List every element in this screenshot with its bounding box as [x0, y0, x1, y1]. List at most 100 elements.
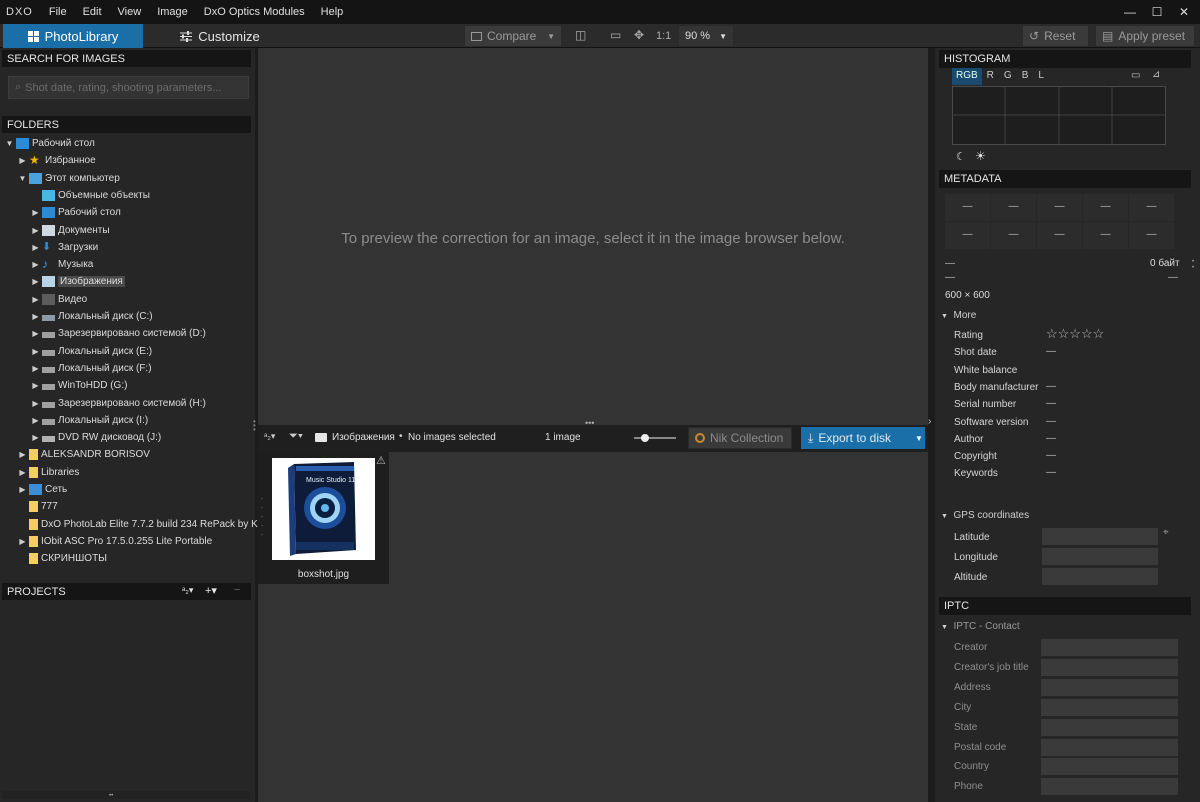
collapse-right-icon[interactable]: › — [928, 416, 931, 427]
expand-arrow-icon[interactable]: ▶ — [16, 468, 29, 477]
expand-arrow-icon[interactable]: ▶ — [29, 277, 42, 286]
tree-item[interactable]: Объемные объекты — [29, 187, 150, 204]
iptc-field[interactable] — [1041, 778, 1178, 796]
iptc-field[interactable] — [1041, 678, 1178, 696]
tree-item[interactable]: ▶ ♪ Музыка — [29, 256, 93, 273]
export-to-disk-button[interactable]: ⤓ Export to disk — [801, 427, 911, 449]
menu-edit[interactable]: Edit — [75, 6, 110, 18]
nik-collection-button[interactable]: Nik Collection — [688, 427, 792, 449]
export-options-button[interactable]: ▼ — [911, 427, 925, 449]
moon-icon[interactable]: ☾ — [956, 150, 966, 163]
horizontal-scrollbar[interactable]: •• — [2, 791, 251, 799]
tree-item[interactable]: ▶ Локальный диск (E:) — [29, 343, 152, 360]
channel-r[interactable]: R — [982, 68, 999, 85]
expand-arrow-icon[interactable]: ▶ — [29, 329, 42, 338]
tree-item[interactable]: ▶ Изображения — [29, 273, 125, 290]
zoom-1to1-button[interactable]: 1:1 — [656, 30, 671, 42]
tree-item[interactable]: ▶ ★ Избранное — [16, 152, 95, 169]
expand-arrow-icon[interactable]: ▶ — [16, 537, 29, 546]
collapse-arrow-icon[interactable]: ▼ — [3, 139, 16, 148]
tree-item[interactable]: ▶ Зарезервировано системой (D:) — [29, 325, 205, 342]
fullscreen-icon[interactable]: ▭ — [610, 28, 621, 42]
menu-file[interactable]: File — [41, 6, 75, 18]
thumbnail-item[interactable]: Music Studio 11 • • • • • ⚠ boxshot.jpg — [258, 452, 389, 584]
tree-item[interactable]: ▶ Зарезервировано системой (H:) — [29, 395, 205, 412]
tree-item[interactable]: ▶ ALEKSANDR BORISOV — [16, 446, 150, 463]
iptc-field[interactable] — [1041, 718, 1178, 736]
tree-item[interactable]: ▶ Локальный диск (C:) — [29, 308, 152, 325]
tree-item[interactable]: ▶ Документы — [29, 222, 110, 239]
gps-group[interactable]: ▼ GPS coordinates — [941, 510, 1029, 521]
channel-l[interactable]: L — [1033, 68, 1049, 85]
monitor-icon[interactable]: ▭ — [1131, 70, 1140, 81]
expand-arrow-icon[interactable]: ▶ — [29, 364, 42, 373]
tab-customize[interactable]: Customize — [170, 24, 270, 48]
tree-item[interactable]: СКРИНШОТЫ — [16, 550, 107, 567]
more-group[interactable]: ▼ More — [941, 310, 976, 321]
vertical-scrollbar[interactable]: • • — [1192, 259, 1197, 271]
split-view-icon[interactable]: ◫ — [575, 28, 586, 42]
tree-item[interactable]: DxO PhotoLab Elite 7.7.2 build 234 RePac… — [16, 516, 258, 533]
remove-project-icon[interactable]: − — [234, 584, 240, 596]
move-icon[interactable]: ✥ — [634, 28, 644, 42]
close-icon[interactable]: ✕ — [1168, 0, 1200, 24]
expand-arrow-icon[interactable]: ▶ — [29, 208, 42, 217]
sun-icon[interactable]: ☀ — [975, 149, 986, 163]
tree-item[interactable]: ▶ Видео — [29, 291, 87, 308]
tab-photolibrary[interactable]: PhotoLibrary — [3, 24, 143, 48]
rating-dots[interactable]: • • • • • — [261, 496, 263, 541]
gps-field[interactable] — [1042, 568, 1158, 585]
expand-arrow-icon[interactable]: ▶ — [29, 399, 42, 408]
menu-help[interactable]: Help — [313, 6, 352, 18]
iptc-field[interactable] — [1041, 658, 1178, 676]
gps-field[interactable] — [1042, 548, 1158, 565]
tree-item[interactable]: ▶ Libraries — [16, 464, 79, 481]
gps-field[interactable] — [1042, 528, 1158, 545]
reset-button[interactable]: ↺ Reset — [1022, 25, 1089, 47]
tree-item[interactable]: ▶ Сеть — [16, 481, 67, 498]
channel-g[interactable]: G — [999, 68, 1017, 85]
iptc-field[interactable] — [1041, 758, 1178, 776]
collapse-arrow-icon[interactable]: ▼ — [16, 174, 29, 183]
expand-arrow-icon[interactable]: ▶ — [29, 433, 42, 442]
expand-arrow-icon[interactable]: ▶ — [16, 156, 29, 165]
expand-arrow-icon[interactable]: ▶ — [29, 260, 42, 269]
expand-arrow-icon[interactable]: ▶ — [29, 416, 42, 425]
iptc-field[interactable] — [1041, 639, 1178, 656]
map-pin-icon[interactable]: ⌖ — [1163, 527, 1169, 538]
tree-item[interactable]: ▶ ⬇ Загрузки — [29, 239, 98, 256]
menu-dxo-optics-modules[interactable]: DxO Optics Modules — [196, 6, 313, 18]
iptc-contact-group[interactable]: ▼ IPTC - Contact — [941, 621, 1020, 632]
expand-arrow-icon[interactable]: ▶ — [29, 312, 42, 321]
iptc-field[interactable] — [1041, 698, 1178, 716]
tree-item[interactable]: ▼ Этот компьютер — [16, 170, 120, 187]
compare-button[interactable]: Compare ▼ — [464, 25, 562, 47]
menu-image[interactable]: Image — [149, 6, 196, 18]
tree-item[interactable]: 777 — [16, 498, 58, 515]
expand-arrow-icon[interactable]: ▶ — [29, 226, 42, 235]
thumbnail-size-slider[interactable] — [634, 434, 676, 442]
sort-icon[interactable]: ᵃ₂▾ — [264, 431, 275, 442]
expand-arrow-icon[interactable]: ▶ — [29, 295, 42, 304]
expand-arrow-icon[interactable]: ▶ — [29, 347, 42, 356]
expand-arrow-icon[interactable]: ▶ — [16, 450, 29, 459]
channel-b[interactable]: B — [1017, 68, 1034, 85]
add-project-icon[interactable]: +▾ — [205, 584, 217, 597]
channel-rgb[interactable]: RGB — [952, 68, 982, 85]
zoom-select[interactable]: 90 % ▼ — [678, 25, 734, 47]
tree-item[interactable]: ▶ IObit ASC Pro 17.5.0.255 Lite Portable — [16, 533, 212, 550]
expand-arrow-icon[interactable]: ▶ — [29, 381, 42, 390]
apply-preset-button[interactable]: ▤ Apply preset — [1095, 25, 1195, 47]
tree-item[interactable]: ▼ Рабочий стол — [3, 135, 95, 152]
tree-item[interactable]: ▶ Рабочий стол — [29, 204, 121, 221]
tree-item[interactable]: ▶ Локальный диск (F:) — [29, 360, 151, 377]
search-input[interactable]: ⌕ Shot date, rating, shooting parameters… — [8, 76, 249, 99]
filter-icon[interactable]: ⏷▾ — [289, 430, 303, 443]
tree-item[interactable]: ▶ DVD RW дисковод (J:) — [29, 429, 161, 446]
rating-stars[interactable]: ☆☆☆☆☆ — [1046, 326, 1104, 342]
expand-arrow-icon[interactable]: ▶ — [29, 243, 42, 252]
expand-arrow-icon[interactable]: ▶ — [16, 485, 29, 494]
panel-splitter[interactable]: • • • — [253, 418, 256, 434]
iptc-field[interactable] — [1041, 738, 1178, 756]
tree-item[interactable]: ▶ WinToHDD (G:) — [29, 377, 127, 394]
